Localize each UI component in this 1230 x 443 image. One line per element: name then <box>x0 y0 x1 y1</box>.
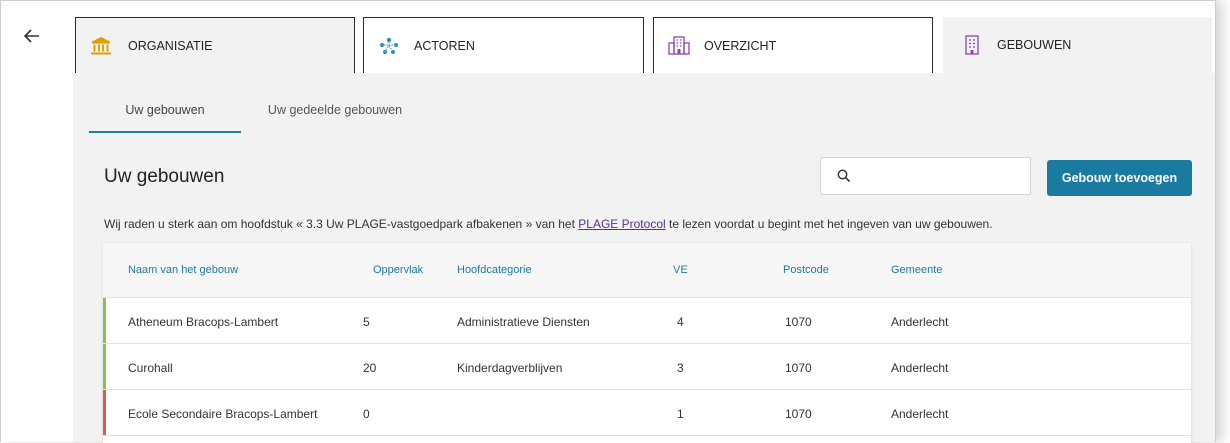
cell-ve: 4 <box>677 315 684 329</box>
search-input[interactable] <box>859 164 1028 190</box>
app-frame: ORGANISATIE ACTOREN OVERZICHT GEBOUWEN U… <box>0 0 1216 443</box>
institution-icon <box>90 35 112 57</box>
buildings-table: Naam van het gebouw Oppervlak Hoofdcateg… <box>103 243 1191 443</box>
status-indicator <box>103 390 106 435</box>
tab-gebouwen[interactable]: GEBOUWEN <box>943 17 1212 73</box>
tab-label: ACTOREN <box>414 38 475 53</box>
notice-text-after: te lezen voordat u begint met het ingeve… <box>665 217 993 231</box>
cell-name: Atheneum Bracops-Lambert <box>128 315 279 329</box>
buildings-icon <box>668 35 690 57</box>
column-header-municipality[interactable]: Gemeente <box>891 264 942 276</box>
cell-ve: 1 <box>677 407 684 421</box>
tab-label: ORGANISATIE <box>128 38 213 53</box>
column-header-name[interactable]: Naam van het gebouw <box>128 264 238 276</box>
building-icon <box>961 34 983 56</box>
cell-area: 20 <box>363 361 377 375</box>
page-title: Uw gebouwen <box>104 166 225 187</box>
tab-organisatie[interactable]: ORGANISATIE <box>75 17 355 73</box>
table-row[interactable]: Curohall 20 Kinderdagverblijven 3 1070 A… <box>103 344 1191 390</box>
search-icon <box>837 169 851 183</box>
gebouwen-panel: Uw gebouwen Uw gedeelde gebouwen Uw gebo… <box>73 73 1215 443</box>
cell-category: Administratieve Diensten <box>457 315 590 329</box>
people-network-icon <box>378 35 400 57</box>
column-header-postcode[interactable]: Postcode <box>783 264 829 276</box>
tab-label: GEBOUWEN <box>997 38 1072 52</box>
cell-municipality: Anderlecht <box>891 361 949 375</box>
add-building-button[interactable]: Gebouw toevoegen <box>1047 160 1192 196</box>
notice-text-before: Wij raden u sterk aan om hoofdstuk « 3.3… <box>104 217 579 231</box>
cell-area: 0 <box>363 407 370 421</box>
tab-actoren[interactable]: ACTOREN <box>363 17 644 73</box>
cell-name: Curohall <box>128 361 173 375</box>
column-header-ve[interactable]: VE <box>673 264 688 276</box>
tab-label: OVERZICHT <box>704 38 777 53</box>
status-indicator <box>103 344 106 389</box>
cell-category: Kinderdagverblijven <box>457 361 563 375</box>
cell-municipality: Anderlecht <box>891 315 949 329</box>
status-indicator <box>103 298 106 343</box>
cell-municipality: Anderlecht <box>891 407 949 421</box>
cell-postcode: 1070 <box>785 407 812 421</box>
table-header: Naam van het gebouw Oppervlak Hoofdcateg… <box>103 243 1191 298</box>
search-box[interactable] <box>820 157 1031 195</box>
cell-postcode: 1070 <box>785 315 812 329</box>
cell-name: Ecole Secondaire Bracops-Lambert <box>128 407 318 421</box>
protocol-notice: Wij raden u sterk aan om hoofdstuk « 3.3… <box>104 217 993 231</box>
tab-overzicht[interactable]: OVERZICHT <box>653 17 933 73</box>
cell-area: 5 <box>363 315 370 329</box>
column-header-area[interactable]: Oppervlak <box>373 264 423 276</box>
table-row[interactable]: Ecole Secondaire Bracops-Lambert 0 1 107… <box>103 390 1191 436</box>
cell-ve: 3 <box>677 361 684 375</box>
subtab-uw-gebouwen[interactable]: Uw gebouwen <box>89 73 241 133</box>
table-row[interactable]: Atheneum Bracops-Lambert 5 Administratie… <box>103 298 1191 344</box>
subtab-uw-gedeelde-gebouwen[interactable]: Uw gedeelde gebouwen <box>255 73 415 133</box>
back-arrow-icon[interactable] <box>23 27 43 47</box>
column-header-category[interactable]: Hoofdcategorie <box>457 264 532 276</box>
cell-postcode: 1070 <box>785 361 812 375</box>
plage-protocol-link[interactable]: PLAGE Protocol <box>578 217 665 231</box>
